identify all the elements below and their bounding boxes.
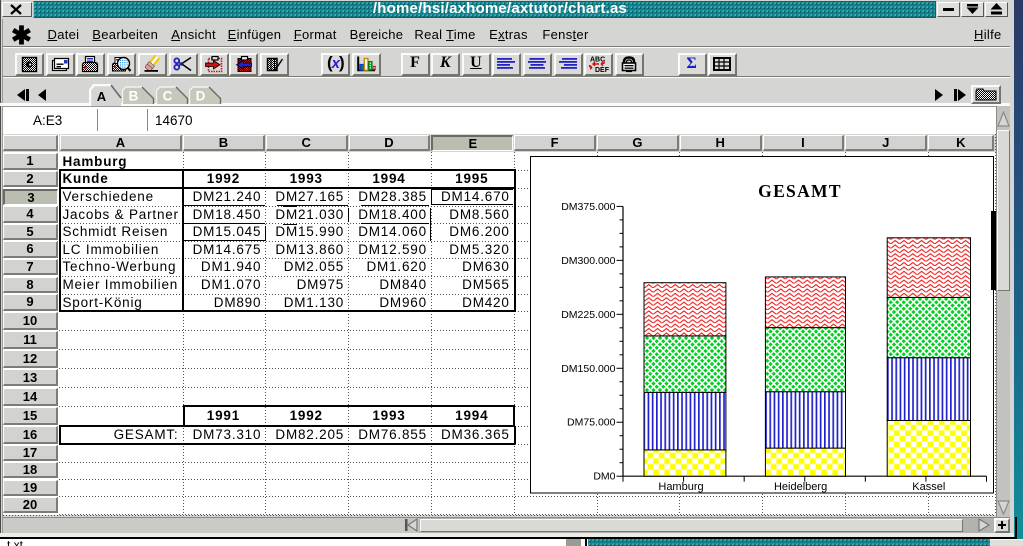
svg-text:Kassel: Kassel — [912, 481, 945, 493]
svg-text:GESAMT: GESAMT — [758, 181, 842, 201]
svg-text:Hamburg: Hamburg — [658, 481, 703, 493]
svg-text:C: C — [162, 89, 172, 104]
svg-text:DM375.000: DM375.000 — [561, 201, 615, 213]
svg-text:Heidelberg: Heidelberg — [774, 481, 827, 493]
svg-text:B: B — [129, 89, 139, 104]
svg-text:DM225.000: DM225.000 — [561, 309, 615, 321]
svg-text:DM150.000: DM150.000 — [561, 363, 615, 375]
svg-text:A: A — [96, 89, 106, 104]
svg-text:DM0: DM0 — [593, 471, 615, 483]
svg-text:DEF: DEF — [595, 67, 609, 73]
svg-text:D: D — [196, 89, 206, 104]
svg-text:DM300.000: DM300.000 — [561, 255, 615, 267]
svg-text:DM75.000: DM75.000 — [567, 417, 616, 429]
